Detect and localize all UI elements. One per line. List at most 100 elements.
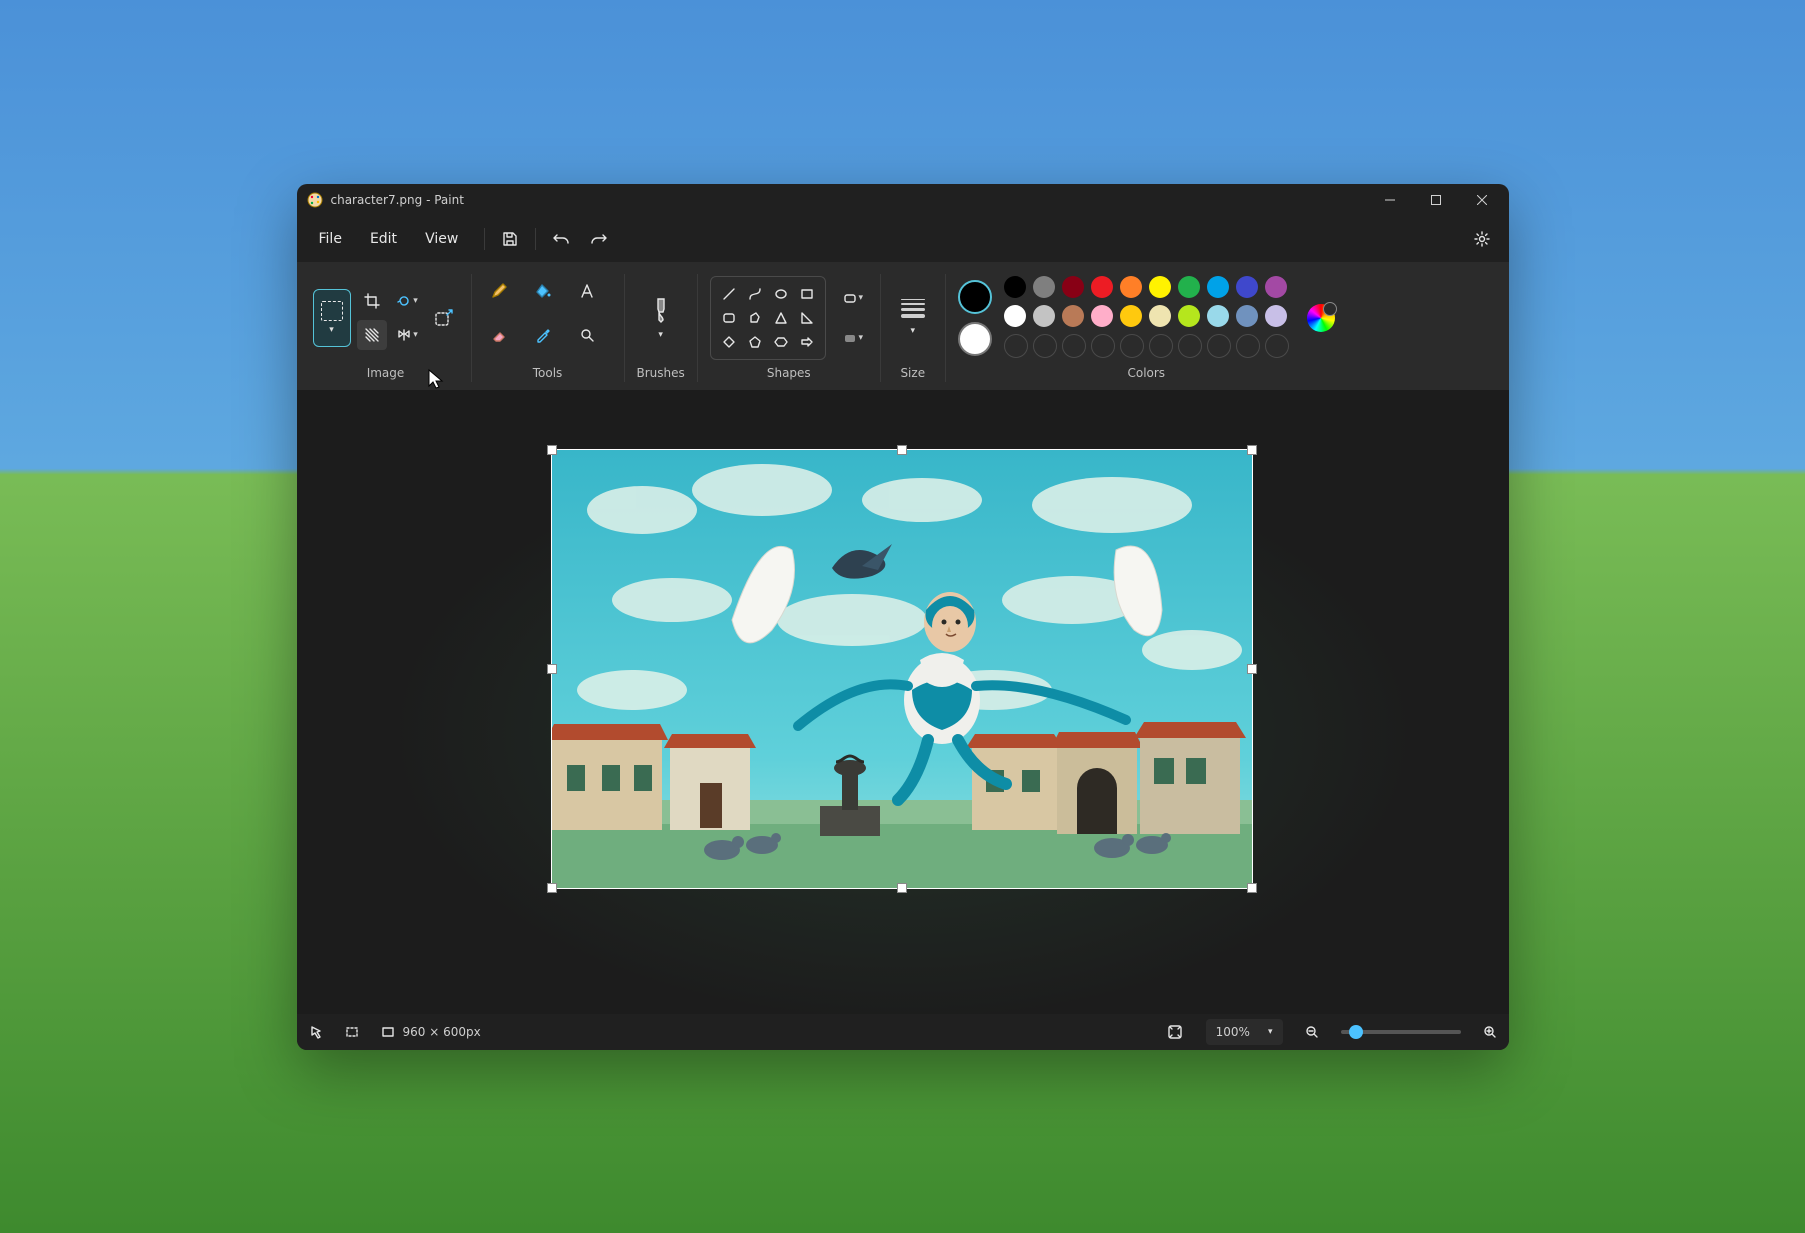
resize-handle-se[interactable]: [1248, 884, 1256, 892]
shape-fill-dropdown[interactable]: ▾: [838, 323, 868, 353]
shape-rectangle-icon[interactable]: [795, 283, 819, 305]
title-bar[interactable]: character7.png - Paint: [297, 184, 1509, 216]
shape-pentagon-icon[interactable]: [743, 331, 767, 353]
resize-handle-nw[interactable]: [548, 446, 556, 454]
resize-handle-s[interactable]: [898, 884, 906, 892]
redo-button[interactable]: [580, 221, 618, 257]
shape-hexagon-icon[interactable]: [769, 331, 793, 353]
color-swatch[interactable]: [1178, 276, 1200, 298]
transparent-selection-tool[interactable]: [357, 320, 387, 350]
shape-diamond-icon[interactable]: [717, 331, 741, 353]
ribbon-toolbar: ▾ ▾ ▾: [297, 262, 1509, 390]
resize-tool[interactable]: [429, 290, 459, 346]
close-button[interactable]: [1459, 184, 1505, 216]
color-swatch-empty[interactable]: [1120, 334, 1144, 358]
color-swatch[interactable]: [1033, 305, 1055, 327]
pencil-tool[interactable]: [484, 276, 514, 306]
color-swatch[interactable]: [1265, 305, 1287, 327]
shape-triangle-icon[interactable]: [769, 307, 793, 329]
undo-button[interactable]: [542, 221, 580, 257]
separator: [624, 274, 625, 382]
shape-rounded-rectangle-icon[interactable]: [717, 307, 741, 329]
color-swatch-empty[interactable]: [1149, 334, 1173, 358]
resize-handle-ne[interactable]: [1248, 446, 1256, 454]
zoom-in-button[interactable]: [1483, 1025, 1497, 1039]
color-swatch-empty[interactable]: [1062, 334, 1086, 358]
size-lines-icon: [901, 299, 925, 318]
zoom-slider[interactable]: [1341, 1030, 1461, 1034]
flip-tool[interactable]: ▾: [393, 320, 423, 350]
chevron-down-icon: ▾: [1268, 1027, 1273, 1037]
color-swatch-empty[interactable]: [1236, 334, 1260, 358]
magnifier-tool[interactable]: [572, 320, 602, 350]
menu-view[interactable]: View: [411, 225, 472, 253]
shape-arrow-right-icon[interactable]: [795, 331, 819, 353]
zoom-out-button[interactable]: [1305, 1025, 1319, 1039]
color-swatch[interactable]: [1062, 276, 1084, 298]
minimize-button[interactable]: [1367, 184, 1413, 216]
brushes-dropdown[interactable]: ▾: [637, 296, 685, 340]
zoom-level-dropdown[interactable]: 100% ▾: [1206, 1019, 1283, 1045]
eraser-tool[interactable]: [484, 320, 514, 350]
color-swatch[interactable]: [1236, 305, 1258, 327]
color-swatch[interactable]: [1236, 276, 1258, 298]
color-swatch-empty[interactable]: [1091, 334, 1115, 358]
resize-handle-sw[interactable]: [548, 884, 556, 892]
resize-handle-e[interactable]: [1248, 665, 1256, 673]
color-swatch[interactable]: [1149, 305, 1171, 327]
color-1-swatch[interactable]: [958, 280, 992, 314]
shape-outline-dropdown[interactable]: ▾: [838, 283, 868, 313]
fill-tool[interactable]: [528, 276, 558, 306]
color-swatch-empty[interactable]: [1004, 334, 1028, 358]
menu-file[interactable]: File: [305, 225, 356, 253]
shape-line-icon[interactable]: [717, 283, 741, 305]
settings-button[interactable]: [1463, 221, 1501, 257]
color-picker-tool[interactable]: [528, 320, 558, 350]
canvas-selection-frame[interactable]: [552, 450, 1252, 888]
color-swatch[interactable]: [1207, 305, 1229, 327]
color-swatch-empty[interactable]: [1178, 334, 1202, 358]
text-tool[interactable]: [572, 276, 602, 306]
color-swatch[interactable]: [1178, 305, 1200, 327]
color-swatch[interactable]: [1091, 305, 1113, 327]
color-swatch[interactable]: [1004, 305, 1026, 327]
color-swatch[interactable]: [1004, 276, 1026, 298]
ribbon-group-image: ▾ ▾ ▾: [303, 268, 469, 388]
color-swatch-empty[interactable]: [1033, 334, 1057, 358]
ribbon-group-colors: Colors: [948, 268, 1345, 388]
maximize-button[interactable]: [1413, 184, 1459, 216]
color-swatch-empty[interactable]: [1207, 334, 1231, 358]
save-button[interactable]: [491, 221, 529, 257]
menu-edit[interactable]: Edit: [356, 225, 411, 253]
size-dropdown[interactable]: ▾: [893, 299, 933, 336]
select-tool[interactable]: ▾: [313, 289, 351, 347]
color-swatch[interactable]: [1149, 276, 1171, 298]
app-window: character7.png - Paint File Edit View: [297, 184, 1509, 1050]
color-swatch[interactable]: [1062, 305, 1084, 327]
color-swatch[interactable]: [1091, 276, 1113, 298]
ribbon-group-size: ▾ Size: [883, 268, 943, 388]
color-swatch-empty[interactable]: [1265, 334, 1289, 358]
color-swatch[interactable]: [1120, 276, 1142, 298]
resize-handle-n[interactable]: [898, 446, 906, 454]
color-swatch[interactable]: [1265, 276, 1287, 298]
shape-right-triangle-icon[interactable]: [795, 307, 819, 329]
color-2-swatch[interactable]: [958, 322, 992, 356]
canvas-workspace[interactable]: [297, 390, 1509, 1014]
canvas-image[interactable]: [552, 450, 1252, 888]
rotate-tool[interactable]: ▾: [393, 286, 423, 316]
chevron-down-icon: ▾: [413, 330, 418, 340]
zoom-slider-thumb[interactable]: [1349, 1025, 1363, 1039]
color-swatch[interactable]: [1033, 276, 1055, 298]
crop-tool[interactable]: [357, 286, 387, 316]
edit-colors-button[interactable]: [1307, 304, 1335, 332]
color-swatch[interactable]: [1207, 276, 1229, 298]
shape-oval-icon[interactable]: [769, 283, 793, 305]
group-label-shapes: Shapes: [767, 366, 811, 384]
shape-curve-icon[interactable]: [743, 283, 767, 305]
fit-to-window-button[interactable]: [1166, 1023, 1184, 1041]
resize-handle-w[interactable]: [548, 665, 556, 673]
shape-polygon-icon[interactable]: [743, 307, 767, 329]
shapes-gallery[interactable]: [710, 276, 826, 360]
color-swatch[interactable]: [1120, 305, 1142, 327]
